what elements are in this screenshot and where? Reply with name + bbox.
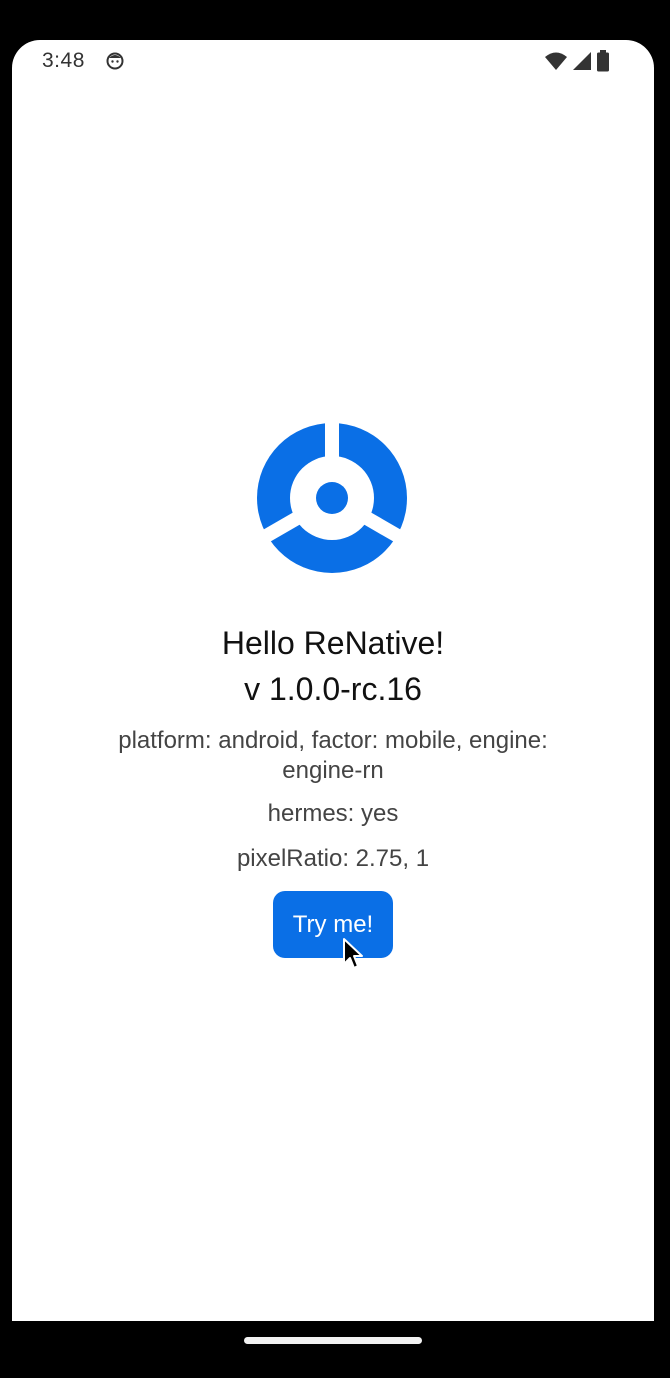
phone-screen: 3:48 Hello ReNative! v 1.0.0-rc.16 platf…	[12, 40, 654, 1321]
main-content: Hello ReNative! v 1.0.0-rc.16 platform: …	[12, 40, 654, 1321]
platform-info: platform: android, factor: mobile, engin…	[118, 727, 548, 784]
hermes-info: hermes: yes	[267, 800, 399, 827]
mouse-pointer-icon	[342, 937, 366, 973]
renative-logo-icon	[257, 423, 407, 573]
try-me-button[interactable]: Try me!	[273, 891, 393, 958]
version-label: v 1.0.0-rc.16	[244, 671, 422, 707]
greeting-title: Hello ReNative!	[221, 625, 445, 661]
navigation-bar	[0, 1321, 670, 1378]
home-gesture-pill[interactable]	[244, 1337, 422, 1344]
pixel-ratio-info: pixelRatio: 2.75, 1	[236, 845, 430, 872]
